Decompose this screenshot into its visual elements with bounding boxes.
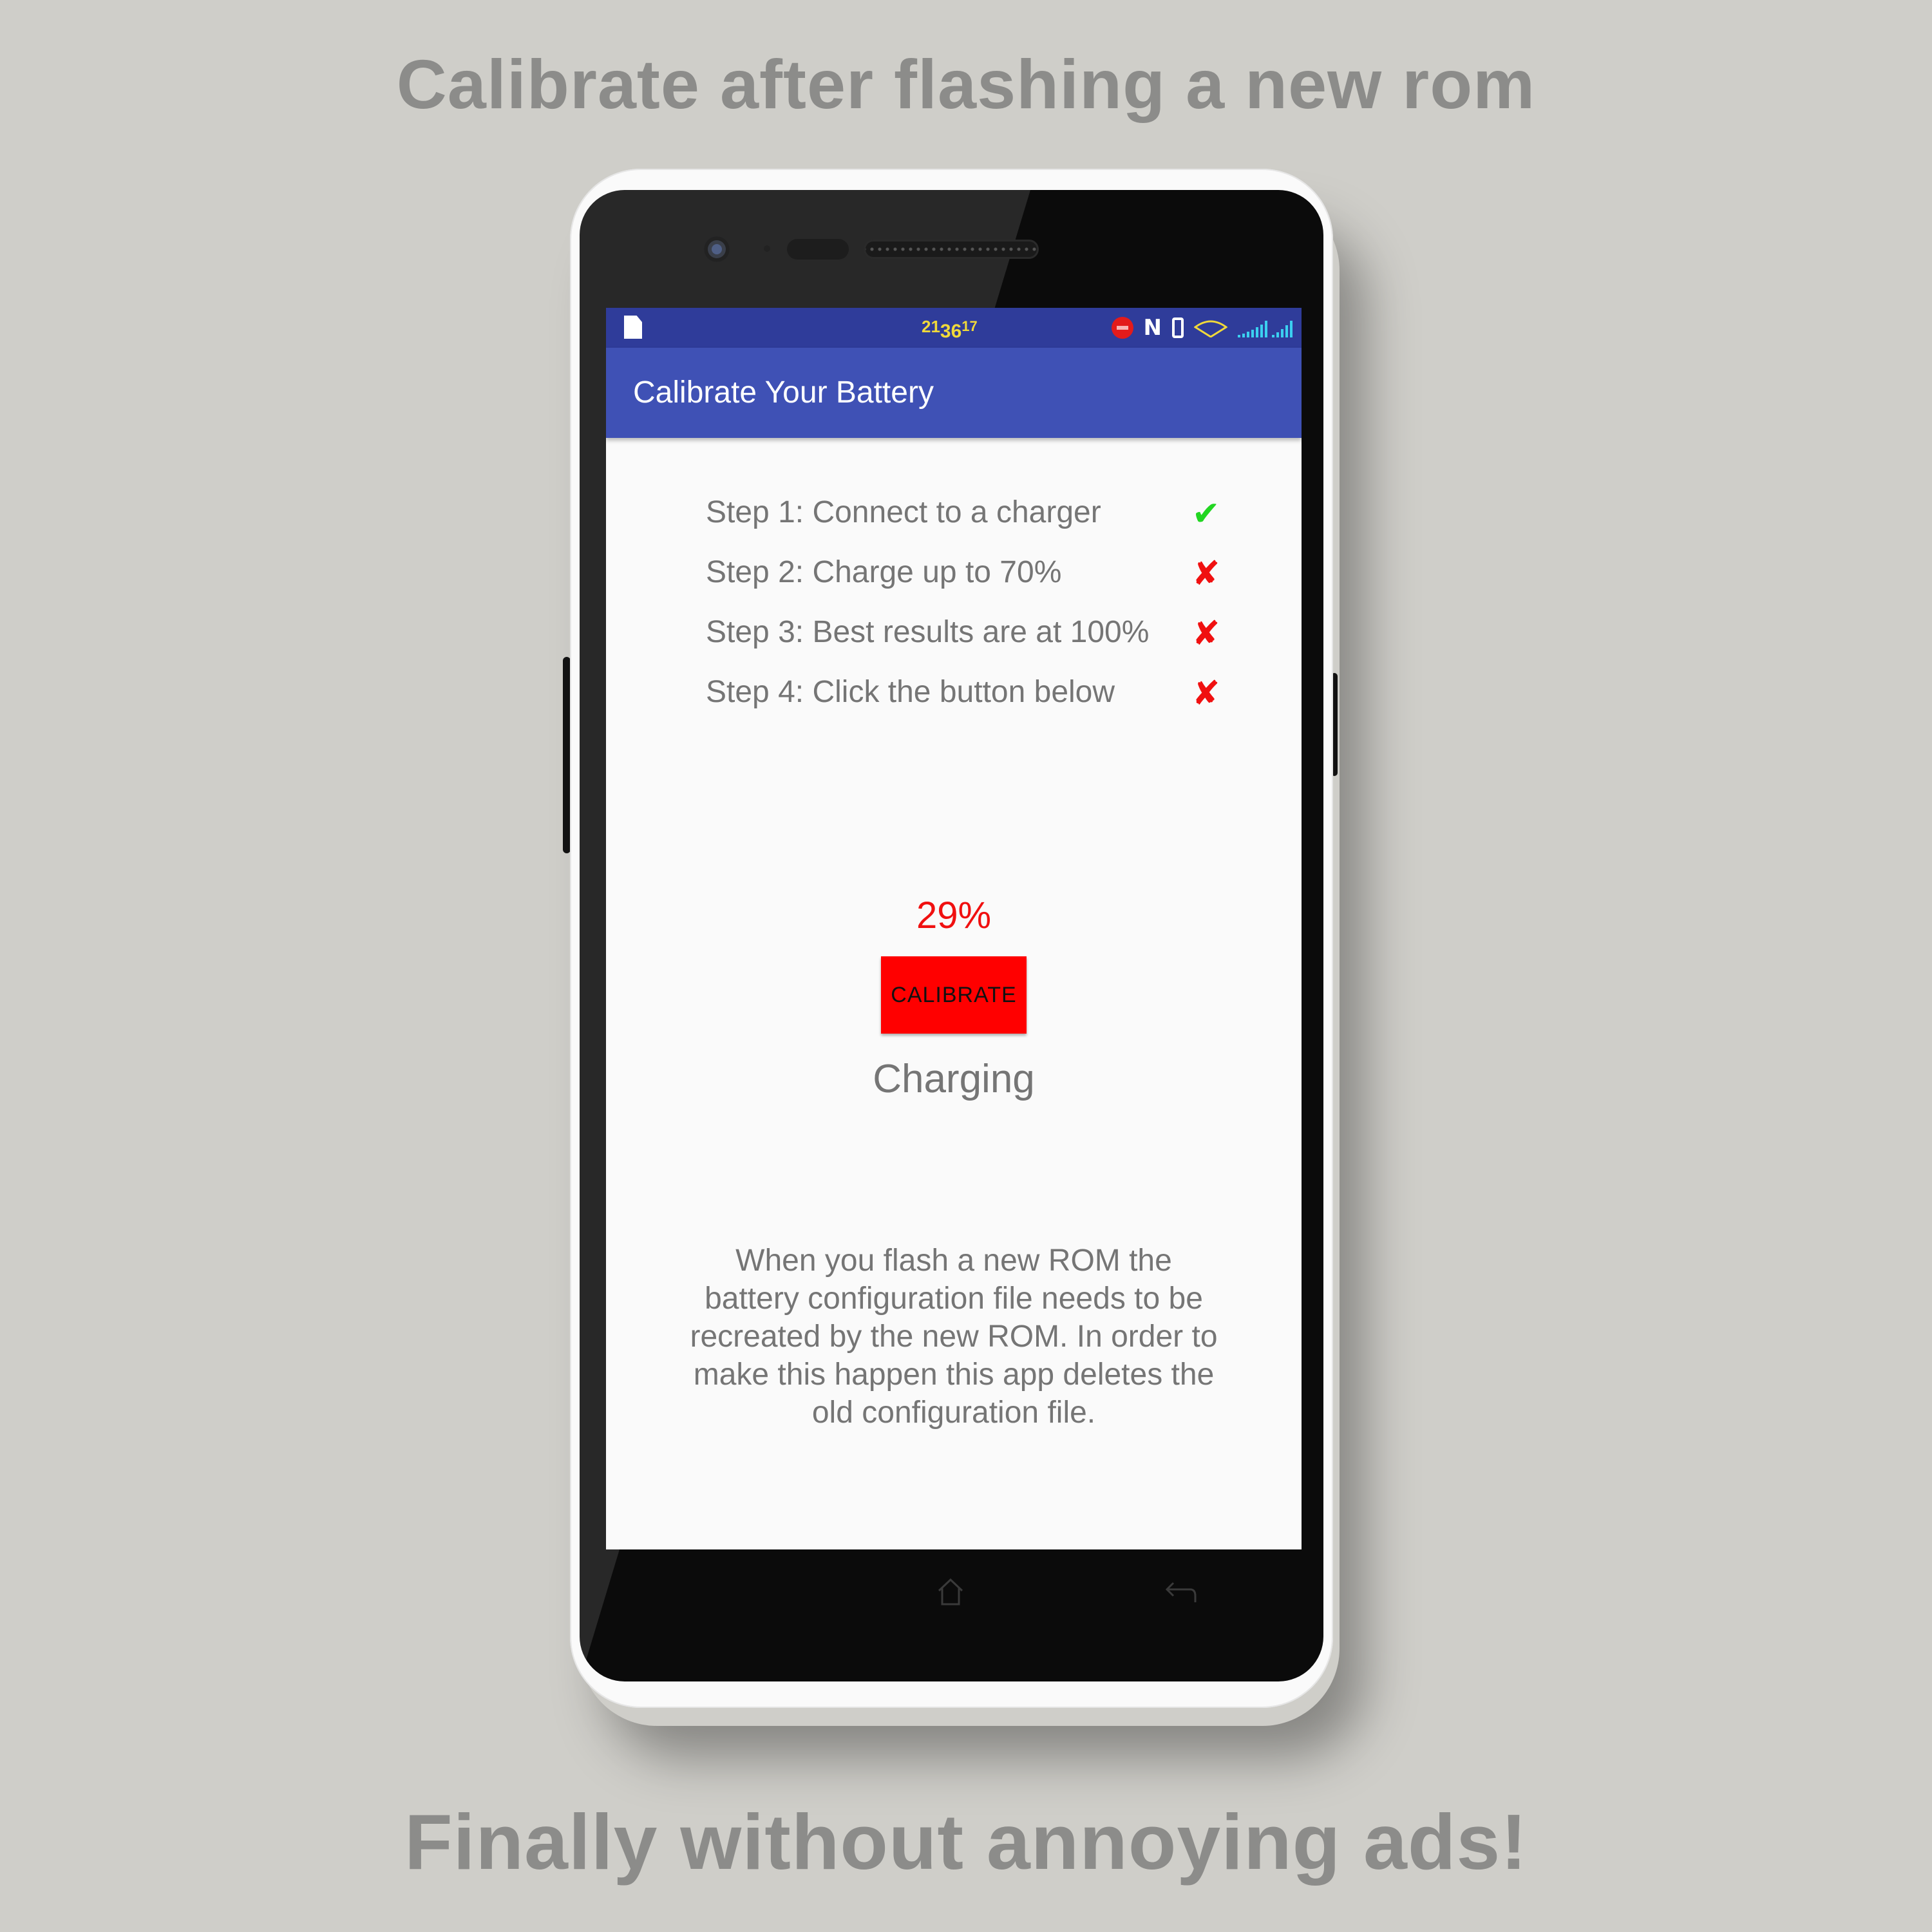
charging-status: Charging: [873, 1057, 1035, 1101]
home-icon[interactable]: [937, 1578, 964, 1606]
checkmark-icon: ✔: [1192, 495, 1220, 533]
step-label: Step 2: Charge up to 70%: [706, 555, 1062, 589]
step-label: Step 1: Connect to a charger: [706, 495, 1101, 529]
promo-headline-bottom: Finally without annoying ads!: [404, 1798, 1528, 1886]
phone-screen: 213617 N Calibrate Your Battery Step 1: …: [606, 308, 1302, 1549]
step-item: Step 1: Connect to a charger ✔: [706, 495, 1285, 540]
proximity-sensor: [787, 239, 849, 260]
wifi-icon: [1194, 320, 1227, 337]
step-label: Step 4: Click the button below: [706, 675, 1115, 709]
back-icon[interactable]: [1164, 1579, 1198, 1605]
phone-icon: [1172, 317, 1184, 338]
status-bar: 213617 N: [606, 308, 1302, 348]
earpiece-speaker: [866, 242, 1037, 257]
record-icon: [1111, 317, 1133, 339]
light-sensor: [764, 245, 770, 252]
cross-icon: ✘: [1192, 614, 1220, 653]
clock-minutes: 36: [940, 321, 962, 342]
calibrate-button[interactable]: CALIBRATE: [881, 956, 1027, 1034]
step-item: Step 2: Charge up to 70% ✘: [706, 554, 1285, 600]
file-icon: [624, 316, 642, 339]
clock-seconds: 17: [961, 318, 978, 334]
status-icons: N: [1111, 314, 1293, 341]
front-camera-icon: [704, 236, 730, 262]
description-text: When you flash a new ROM the battery con…: [690, 1244, 1218, 1430]
nfc-icon: N: [1143, 315, 1162, 341]
app-toolbar: Calibrate Your Battery: [606, 348, 1302, 438]
step-item: Step 3: Best results are at 100% ✘: [706, 614, 1285, 659]
signal-icon: [1238, 318, 1293, 337]
clock-hours: 21: [922, 317, 940, 336]
step-label: Step 3: Best results are at 100%: [706, 615, 1150, 649]
battery-percent: 29%: [916, 895, 992, 936]
app-title: Calibrate Your Battery: [633, 375, 934, 410]
cross-icon: ✘: [1192, 554, 1220, 593]
status-clock: 213617: [922, 317, 978, 341]
promo-headline-top: Calibrate after flashing a new rom: [396, 45, 1536, 123]
cross-icon: ✘: [1192, 674, 1220, 713]
step-item: Step 4: Click the button below ✘: [706, 674, 1285, 719]
